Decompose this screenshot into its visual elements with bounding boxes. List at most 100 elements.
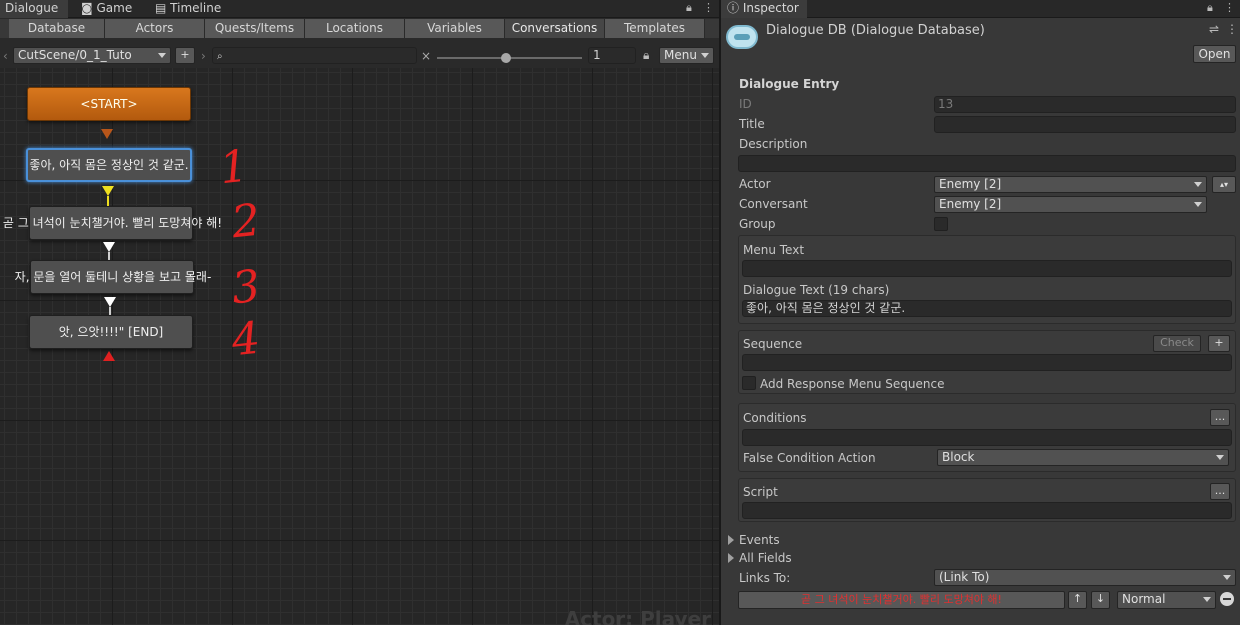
link-arrow xyxy=(102,186,114,196)
kebab-menu-icon[interactable]: ⋮ xyxy=(1224,1,1235,14)
chevron-down-icon xyxy=(1194,182,1202,187)
prev-arrow-icon[interactable]: ‹ xyxy=(3,49,8,63)
search-input[interactable]: ⌕ xyxy=(212,47,417,64)
conversation-dropdown-value: CutScene/0_1_Tuto xyxy=(18,48,132,62)
script-menu-button[interactable]: ... xyxy=(1210,483,1230,500)
move-link-down-button[interactable]: ↓ xyxy=(1091,591,1110,609)
chevron-down-icon xyxy=(1203,597,1211,602)
events-label[interactable]: Events xyxy=(739,533,780,547)
group-label: Group xyxy=(739,217,776,231)
node-entry[interactable]: 자, 문을 열어 둘테니 상황을 보고 몰래- xyxy=(15,260,211,294)
tab-inspector[interactable]: ⓘ Inspector xyxy=(721,0,807,18)
link-arrow xyxy=(103,242,115,252)
settings-sliders-icon[interactable]: ⇌ xyxy=(1209,22,1219,36)
open-button[interactable]: Open xyxy=(1193,45,1236,63)
search-icon: ⌕ xyxy=(217,51,223,62)
actor-swap-button[interactable]: ▴▾ xyxy=(1212,176,1236,193)
tab-game[interactable]: ◙ Game xyxy=(76,0,146,18)
node-entry[interactable]: 곧 그 녀석이 눈치챌거야. 빨리 도망쳐야 해! xyxy=(3,206,222,240)
menu-text-label: Menu Text xyxy=(743,243,805,257)
all-fields-foldout-icon[interactable] xyxy=(728,553,734,563)
subtab-conversations[interactable]: Conversations xyxy=(505,19,605,38)
end-marker xyxy=(103,351,115,361)
lock-icon[interactable]: 🔒︎ xyxy=(1207,1,1213,15)
kebab-menu-icon[interactable]: ⋮ xyxy=(703,1,714,14)
chevron-down-icon xyxy=(701,53,709,58)
dialogue-text-label: Dialogue Text (19 chars) xyxy=(743,283,890,297)
section-title: Dialogue Entry xyxy=(739,77,840,91)
conditions-menu-button[interactable]: ... xyxy=(1210,409,1230,426)
events-foldout-icon[interactable] xyxy=(728,535,734,545)
actor-watermark: Actor: Player xyxy=(564,607,711,625)
subtab-templates[interactable]: Templates xyxy=(605,19,705,38)
sequence-add-button[interactable]: + xyxy=(1208,335,1230,352)
chevron-down-icon xyxy=(1194,202,1202,207)
zoom-field[interactable]: 1 xyxy=(588,47,636,64)
clear-search-icon[interactable]: × xyxy=(421,49,431,63)
conversant-label: Conversant xyxy=(739,197,808,211)
all-fields-label[interactable]: All Fields xyxy=(739,551,792,565)
description-field[interactable] xyxy=(738,155,1236,172)
up-down-icon: ▴▾ xyxy=(1219,180,1229,189)
subtab-actors[interactable]: Actors xyxy=(105,19,205,38)
add-conversation-button[interactable]: + xyxy=(175,47,195,64)
conditions-field[interactable] xyxy=(742,429,1232,446)
title-field[interactable] xyxy=(934,116,1236,133)
script-box: Script ... xyxy=(738,478,1236,522)
script-label: Script xyxy=(743,485,778,499)
node-end[interactable]: 앗, 으앗!!!!" [END] xyxy=(29,315,193,349)
id-field: 13 xyxy=(934,96,1236,113)
link-priority-dropdown[interactable]: Normal xyxy=(1117,591,1216,609)
dialogue-text-field[interactable]: 좋아, 아직 몸은 정상인 것 같군. xyxy=(742,300,1232,317)
lock-icon[interactable]: 🔒︎ xyxy=(643,48,649,63)
node-entry-text: 곧 그 녀석이 눈치챌거야. 빨리 도망쳐야 해! xyxy=(2,216,223,230)
window-tab-bar: Dialogue ◙ Game ▤ Timeline 🔒︎ ⋮ xyxy=(0,0,719,18)
subtab-quests-items[interactable]: Quests/Items xyxy=(205,19,305,38)
link-line xyxy=(109,307,111,315)
subtab-variables[interactable]: Variables xyxy=(405,19,505,38)
conversant-dropdown[interactable]: Enemy [2] xyxy=(934,196,1207,213)
link-line xyxy=(107,196,109,206)
tab-timeline[interactable]: ▤ Timeline xyxy=(150,0,230,18)
annotation-3: 3 xyxy=(229,260,263,315)
film-icon: ▤ xyxy=(155,1,167,15)
annotation-2: 2 xyxy=(229,194,263,249)
kebab-menu-icon[interactable]: ⋮ xyxy=(1226,22,1238,36)
actor-dropdown[interactable]: Enemy [2] xyxy=(934,176,1207,193)
subtab-database[interactable]: Database xyxy=(9,19,105,38)
annotation-1: 1 xyxy=(217,140,251,195)
sequence-box: Sequence Check + Add Response Menu Seque… xyxy=(738,330,1236,394)
sequence-field[interactable] xyxy=(742,354,1232,371)
add-response-checkbox[interactable] xyxy=(742,376,756,390)
tab-timeline-label: Timeline xyxy=(170,1,222,15)
menu-dropdown[interactable]: Menu xyxy=(659,47,714,64)
title-label: Title xyxy=(739,117,765,131)
zoom-slider-thumb[interactable] xyxy=(501,53,511,63)
gamepad-icon: ◙ xyxy=(81,1,93,15)
menu-text-field[interactable] xyxy=(742,260,1232,277)
remove-link-icon[interactable] xyxy=(1220,592,1234,606)
zoom-slider[interactable] xyxy=(437,53,582,63)
check-button[interactable]: Check xyxy=(1153,335,1201,352)
script-field[interactable] xyxy=(742,502,1232,519)
false-condition-label: False Condition Action xyxy=(743,451,876,465)
tab-dialogue[interactable]: Dialogue xyxy=(0,0,68,18)
node-start[interactable]: <START> xyxy=(27,87,191,121)
linked-entry-button[interactable]: 곧 그 녀석이 눈치챌거야. 빨리 도망쳐야 해! xyxy=(738,591,1065,609)
asset-title: Dialogue DB (Dialogue Database) xyxy=(766,23,985,38)
link-to-dropdown[interactable]: (Link To) xyxy=(934,569,1236,586)
node-entry-selected[interactable]: 좋아, 아직 몸은 정상인 것 같군. xyxy=(26,148,192,182)
node-canvas[interactable]: <START> 좋아, 아직 몸은 정상인 것 같군. 곧 그 녀석이 눈치챌거… xyxy=(0,68,719,625)
subtab-locations[interactable]: Locations xyxy=(305,19,405,38)
conversation-dropdown[interactable]: CutScene/0_1_Tuto xyxy=(13,47,171,64)
actor-dropdown-value: Enemy [2] xyxy=(939,177,1002,191)
lock-icon[interactable]: 🔒︎ xyxy=(686,1,692,15)
text-box: Menu Text Dialogue Text (19 chars) 좋아, 아… xyxy=(738,235,1236,324)
group-checkbox[interactable] xyxy=(934,217,948,231)
info-icon: ⓘ xyxy=(727,1,740,15)
next-arrow-icon[interactable]: › xyxy=(201,49,206,63)
move-link-up-button[interactable]: ↑ xyxy=(1068,591,1087,609)
tab-game-label: Game xyxy=(96,1,133,15)
false-condition-dropdown[interactable]: Block xyxy=(937,449,1229,466)
sequence-label: Sequence xyxy=(743,337,803,351)
